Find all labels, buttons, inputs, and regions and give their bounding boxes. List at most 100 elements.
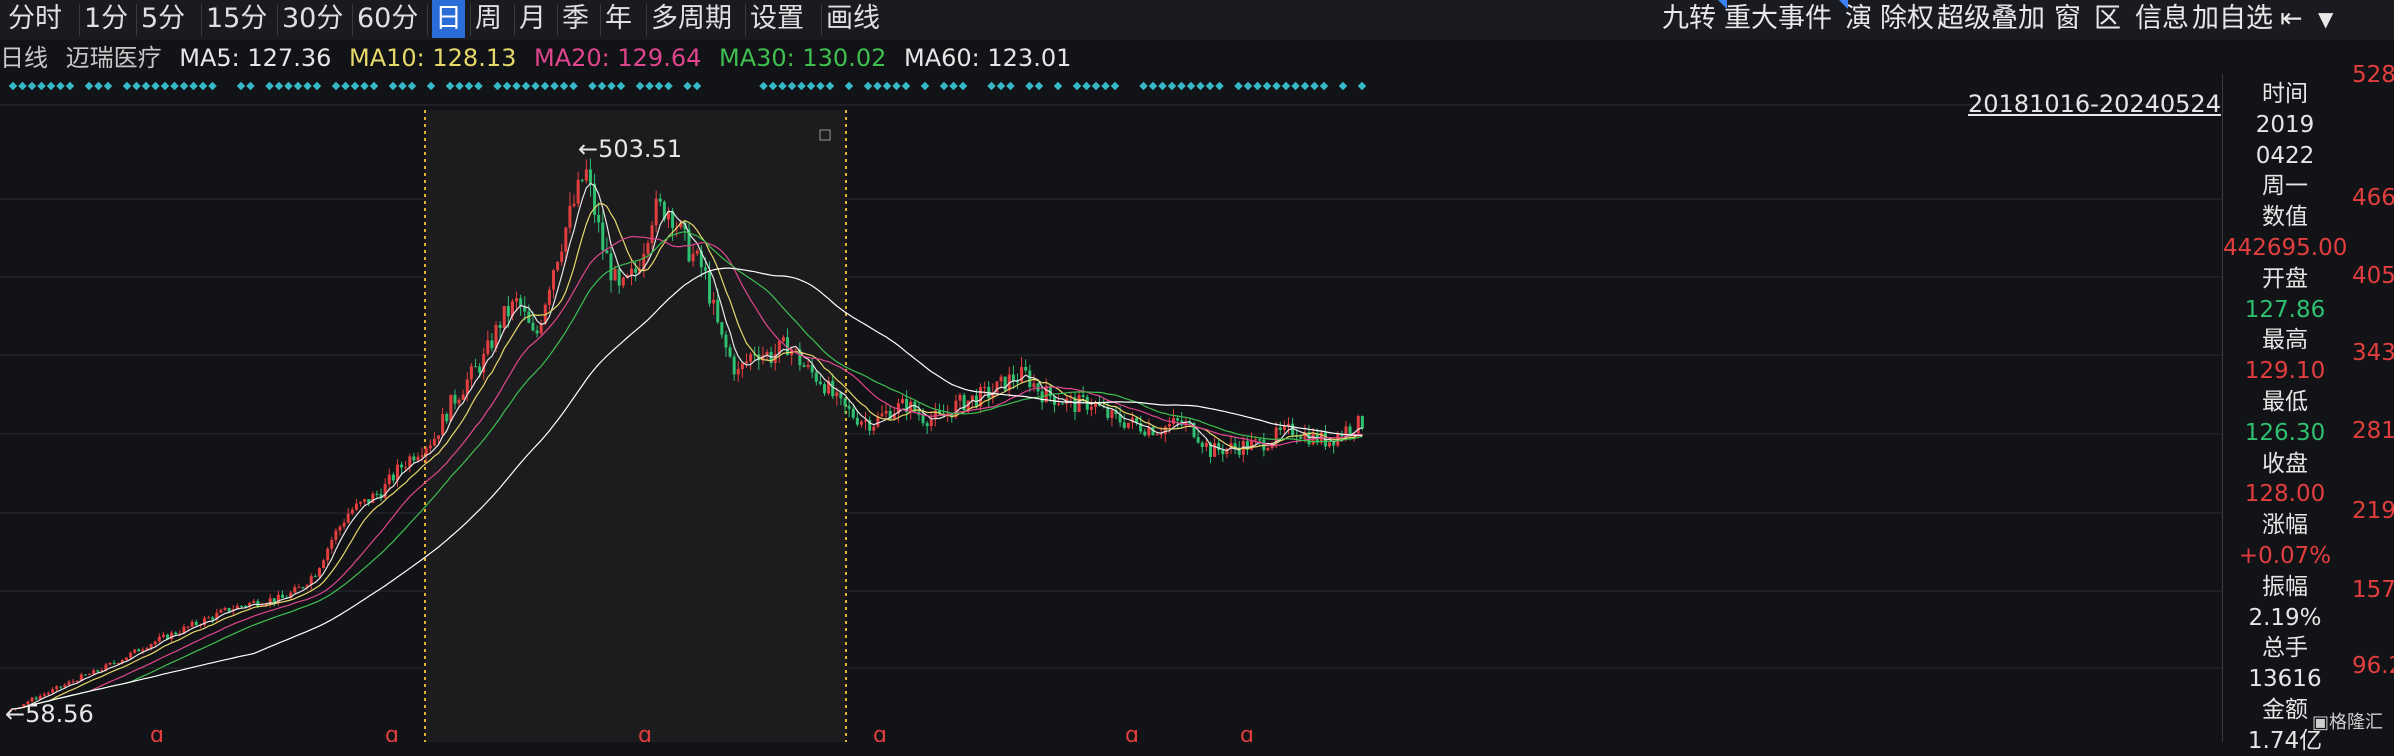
event-marker bbox=[1158, 81, 1167, 91]
candle-body bbox=[322, 560, 326, 569]
candle-body bbox=[515, 298, 519, 302]
candle-body bbox=[646, 242, 650, 254]
candle-body bbox=[621, 277, 625, 286]
candle-body bbox=[252, 601, 256, 603]
candle-body bbox=[400, 464, 404, 468]
candle-body bbox=[1061, 403, 1065, 405]
axis-tick-label: 281. bbox=[2352, 418, 2394, 444]
candle-body bbox=[404, 467, 408, 469]
candle-body bbox=[818, 381, 822, 385]
info-open: 127.86 bbox=[2244, 296, 2326, 323]
candle-body bbox=[437, 435, 441, 439]
event-marker bbox=[892, 81, 901, 91]
candle-body bbox=[1057, 403, 1061, 405]
candle-body bbox=[342, 522, 346, 527]
candle-body bbox=[67, 681, 71, 685]
highlight-region bbox=[425, 110, 846, 742]
candle-body bbox=[601, 222, 605, 251]
event-marker bbox=[759, 81, 768, 91]
candle-body bbox=[929, 418, 933, 427]
candle-body bbox=[88, 673, 92, 675]
candle-body bbox=[708, 270, 712, 304]
event-marker bbox=[132, 81, 141, 91]
axis-tick-label: 405. bbox=[2352, 263, 2394, 289]
info-amp: 2.19% bbox=[2248, 604, 2322, 631]
candle-body bbox=[55, 686, 59, 690]
candle-body bbox=[744, 361, 748, 364]
date-range[interactable]: 20181016-20240524 bbox=[1968, 90, 2221, 118]
event-marker bbox=[303, 81, 312, 91]
candle-body bbox=[999, 376, 1003, 382]
event-marker bbox=[1310, 81, 1319, 91]
info-low: 126.30 bbox=[2244, 419, 2326, 446]
event-marker bbox=[550, 81, 559, 91]
event-marker bbox=[588, 81, 597, 91]
event-marker bbox=[103, 81, 113, 91]
candle-body bbox=[547, 289, 551, 305]
candle-body bbox=[157, 636, 161, 642]
candle-body bbox=[1077, 395, 1081, 413]
event-marker bbox=[1025, 81, 1034, 91]
event-marker bbox=[882, 81, 892, 91]
candle-body bbox=[835, 392, 839, 397]
event-marker bbox=[1034, 81, 1044, 91]
event-marker bbox=[407, 81, 417, 91]
bottom-marker: q bbox=[150, 723, 164, 742]
candle-body bbox=[703, 267, 707, 271]
bottom-marker: q bbox=[638, 723, 652, 742]
candle-body bbox=[560, 251, 564, 262]
event-marker bbox=[18, 81, 27, 91]
candle-body bbox=[970, 395, 974, 401]
candle-body bbox=[34, 697, 38, 700]
event-marker bbox=[426, 81, 436, 91]
candle-body bbox=[239, 605, 243, 607]
event-marker bbox=[616, 81, 626, 91]
event-marker bbox=[816, 81, 825, 91]
event-marker bbox=[341, 81, 350, 91]
candle-body bbox=[486, 340, 490, 354]
candle-body bbox=[174, 632, 178, 635]
event-marker bbox=[1272, 81, 1281, 91]
candle-body bbox=[137, 649, 141, 652]
candle-body bbox=[211, 617, 215, 620]
candle-body bbox=[740, 363, 744, 370]
candle-body bbox=[843, 398, 847, 406]
event-marker bbox=[778, 81, 787, 91]
candle-body bbox=[207, 617, 211, 619]
event-marker bbox=[1300, 81, 1310, 91]
candle-body bbox=[921, 415, 925, 424]
candle-body bbox=[847, 405, 851, 409]
event-marker bbox=[369, 81, 379, 91]
candle-body bbox=[1348, 426, 1352, 435]
candle-body bbox=[806, 364, 810, 367]
candle-body bbox=[880, 413, 884, 417]
candle-body bbox=[605, 250, 609, 254]
event-marker bbox=[569, 81, 578, 91]
candle-body bbox=[59, 686, 63, 688]
candle-body bbox=[281, 594, 284, 598]
event-marker bbox=[1110, 81, 1120, 91]
candle-body bbox=[823, 384, 826, 394]
event-marker bbox=[502, 81, 512, 91]
bottom-marker: q bbox=[1240, 723, 1254, 742]
candle-body bbox=[1278, 427, 1282, 430]
candle-body bbox=[42, 694, 46, 696]
info-change-label: 涨幅 bbox=[2262, 512, 2308, 539]
event-marker bbox=[1082, 81, 1091, 91]
axis-tick-label: 343. bbox=[2352, 340, 2394, 366]
candle-body bbox=[186, 626, 190, 628]
candle-body bbox=[1176, 418, 1180, 421]
candle-body bbox=[420, 455, 424, 457]
candle-body bbox=[317, 568, 321, 577]
event-marker bbox=[246, 81, 255, 91]
candle-body bbox=[650, 225, 654, 243]
candle-body bbox=[190, 621, 194, 627]
candle-body bbox=[350, 509, 354, 514]
event-marker bbox=[1167, 81, 1177, 91]
candle-body bbox=[884, 410, 888, 414]
candle-body bbox=[1155, 434, 1159, 436]
candle-body bbox=[1299, 436, 1303, 439]
candle-body bbox=[256, 601, 260, 607]
candle-body bbox=[535, 330, 539, 334]
event-marker bbox=[56, 81, 65, 91]
